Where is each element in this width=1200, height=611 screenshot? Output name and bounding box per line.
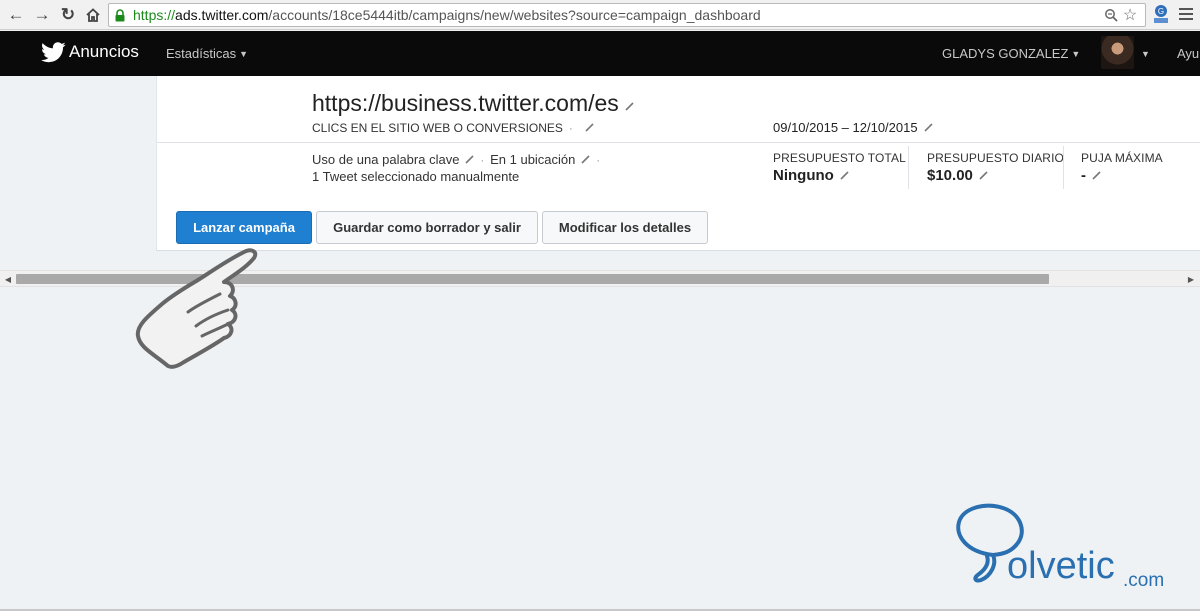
svg-text:G: G	[1158, 7, 1164, 16]
avatar[interactable]	[1101, 36, 1134, 69]
watermark-brand: olvetic	[1007, 545, 1115, 587]
pencil-icon[interactable]	[1092, 171, 1101, 180]
pencil-icon[interactable]	[979, 171, 988, 180]
scroll-left-icon[interactable]: ◀	[2, 273, 14, 285]
campaign-objective: CLICS EN EL SITIO WEB O CONVERSIONES ·	[312, 121, 594, 135]
help-menu[interactable]: Ayu	[1177, 46, 1199, 61]
back-arrow-icon[interactable]: ←	[6, 5, 26, 25]
lock-icon	[115, 9, 125, 22]
pencil-icon[interactable]	[581, 155, 590, 164]
daily-budget-label: PRESUPUESTO DIARIO	[927, 151, 1064, 165]
max-bid-value: -	[1081, 167, 1101, 184]
app-header: Anuncios Estadísticas ▼ GLADYS GONZALEZ ▼ …	[0, 31, 1200, 76]
brand-title[interactable]: Anuncios	[69, 42, 139, 62]
url-text: https://ads.twitter.com/accounts/18ce544…	[133, 7, 761, 23]
chevron-down-icon: ▼	[1141, 49, 1150, 59]
address-bar[interactable]: https://ads.twitter.com/accounts/18ce544…	[108, 3, 1146, 27]
forward-arrow-icon[interactable]: →	[32, 5, 52, 25]
pencil-icon[interactable]	[840, 171, 849, 180]
reload-icon[interactable]: ↻	[58, 5, 78, 25]
max-bid-label: PUJA MÁXIMA	[1081, 151, 1163, 165]
daily-budget-value: $10.00	[927, 167, 988, 184]
solvetic-watermark-logo: olvetic .com	[956, 503, 1164, 591]
twitter-bird-icon[interactable]	[41, 42, 66, 63]
menu-icon[interactable]	[1178, 6, 1194, 22]
stat-separator	[908, 146, 909, 189]
total-budget-value: Ninguno	[773, 167, 849, 184]
zoom-icon[interactable]	[1102, 6, 1120, 24]
card-divider	[157, 142, 1200, 143]
pencil-icon[interactable]	[465, 155, 475, 164]
avatar-chevron[interactable]: ▼	[1138, 46, 1150, 61]
stat-separator	[1063, 146, 1064, 189]
targeting-summary: Uso de una palabra clave · En 1 ubicación ·	[312, 152, 601, 167]
pencil-icon[interactable]	[585, 123, 594, 132]
save-draft-button[interactable]: Guardar como borrador y salir	[316, 211, 538, 244]
campaign-title: https://business.twitter.com/es	[312, 90, 634, 117]
campaign-summary-card: https://business.twitter.com/es CLICS EN…	[156, 76, 1200, 251]
chevron-down-icon: ▼	[1071, 49, 1081, 59]
star-icon[interactable]: ☆	[1121, 6, 1139, 24]
pencil-icon[interactable]	[625, 102, 634, 111]
pencil-icon[interactable]	[924, 123, 933, 132]
stats-menu[interactable]: Estadísticas ▼	[166, 46, 248, 61]
tweet-selection: 1 Tweet seleccionado manualmente	[312, 169, 520, 184]
campaign-dates: 09/10/2015 – 12/10/2015	[773, 120, 933, 135]
browser-toolbar: ← → ↻ https://ads.twitter.com/accounts/1…	[0, 0, 1200, 30]
pointing-hand-icon	[135, 248, 258, 369]
modify-details-button[interactable]: Modificar los detalles	[542, 211, 708, 244]
scroll-right-icon[interactable]: ▶	[1185, 273, 1197, 285]
home-icon[interactable]	[83, 5, 103, 25]
chevron-down-icon: ▼	[239, 49, 249, 59]
user-menu[interactable]: GLADYS GONZALEZ ▼	[942, 46, 1080, 61]
total-budget-label: PRESUPUESTO TOTAL	[773, 151, 906, 165]
extension-icon[interactable]: G	[1152, 4, 1170, 24]
watermark-tld: .com	[1123, 570, 1164, 591]
